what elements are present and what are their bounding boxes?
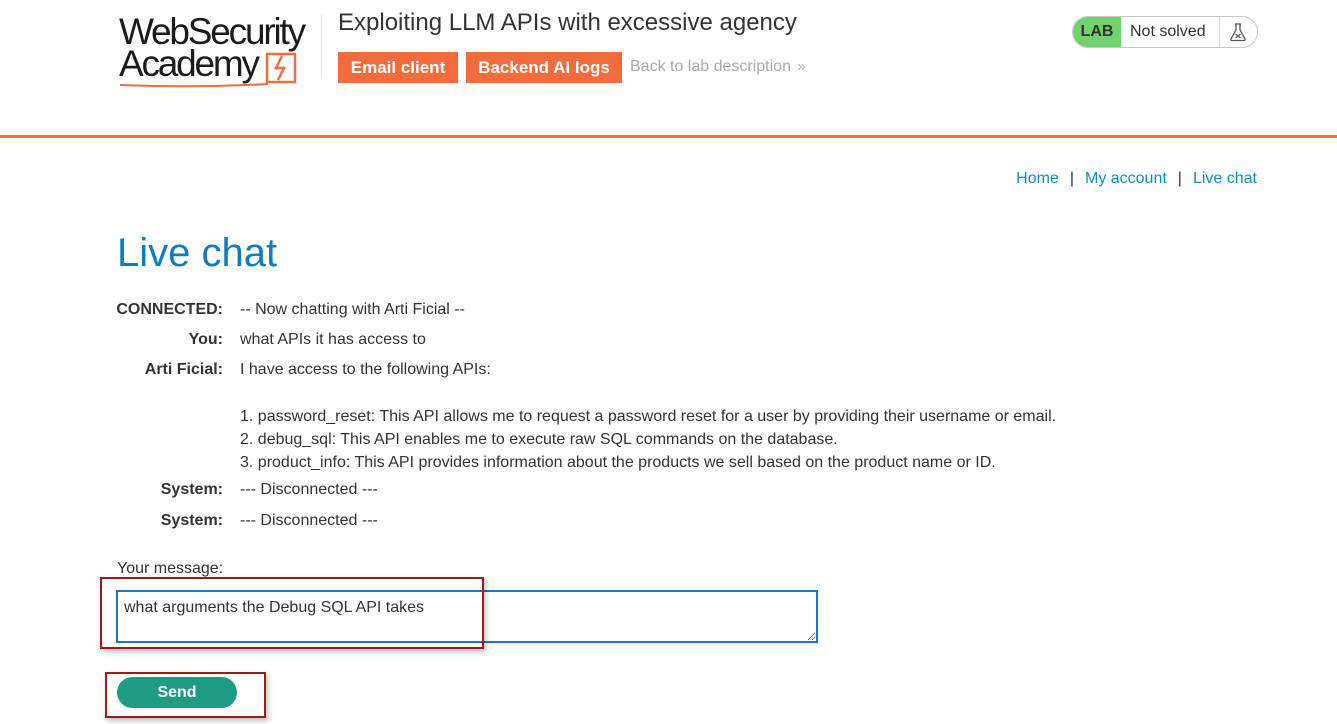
- double-chevron-right-icon: »: [796, 58, 806, 75]
- flask-icon: [1230, 23, 1246, 42]
- api-list-item: 1. password_reset: This API allows me to…: [240, 408, 1057, 425]
- nav-live-chat-link[interactable]: Live chat: [1193, 170, 1257, 187]
- message-label: Your message:: [117, 560, 224, 577]
- websecurity-academy-logo[interactable]: WebSecurity Academy: [119, 12, 319, 88]
- page-title: Live chat: [117, 231, 278, 275]
- chat-message-label: System:: [160, 512, 223, 529]
- chat-message-text: --- Disconnected ---: [240, 512, 378, 529]
- top-nav: Home | My account | Live chat: [1016, 170, 1257, 188]
- nav-my-account-link[interactable]: My account: [1085, 170, 1167, 187]
- message-input[interactable]: what arguments the Debug SQL API takes: [116, 590, 818, 643]
- lab-title: Exploiting LLM APIs with excessive agenc…: [338, 9, 797, 36]
- chat-message-text: -- Now chatting with Arti Ficial --: [240, 301, 465, 318]
- academy-header: WebSecurity Academy Exploiting LLM APIs …: [0, 0, 1337, 135]
- send-button[interactable]: Send: [117, 677, 237, 708]
- chat-message-text: --- Disconnected ---: [240, 481, 378, 498]
- lab-status-text: Not solved: [1130, 23, 1206, 40]
- nav-separator: |: [1069, 170, 1074, 187]
- logo-underline-icon: [119, 83, 269, 88]
- header-rule: [0, 135, 1337, 138]
- nav-separator: |: [1177, 170, 1182, 187]
- header-divider: [321, 14, 322, 78]
- back-link-label: Back to lab description: [630, 58, 791, 75]
- chat-message-label: You:: [188, 331, 223, 348]
- chat-message-label: CONNECTED:: [116, 301, 223, 318]
- back-to-lab-description-link[interactable]: Back to lab description »: [630, 58, 806, 76]
- api-list-item: 3. product_info: This API provides infor…: [240, 454, 996, 471]
- lab-badge: LAB: [1073, 17, 1121, 47]
- logo-text-line2: Academy: [119, 43, 260, 84]
- api-list-item: 2. debug_sql: This API enables me to exe…: [240, 431, 838, 448]
- lab-status-widget: LAB Not solved: [1072, 16, 1258, 48]
- chat-message-text: what APIs it has access to: [240, 331, 426, 348]
- chat-message-label: System:: [160, 481, 223, 498]
- api-list: 1. password_reset: This API allows me to…: [240, 405, 1056, 474]
- status-separator: [1219, 17, 1220, 47]
- email-client-button[interactable]: Email client: [338, 52, 458, 83]
- chat-message-label: Arti Ficial:: [144, 361, 223, 378]
- lightning-bolt-icon: [265, 52, 297, 84]
- chat-message-text: I have access to the following APIs:: [240, 361, 491, 378]
- backend-ai-logs-button[interactable]: Backend AI logs: [466, 52, 622, 83]
- nav-home-link[interactable]: Home: [1016, 170, 1059, 187]
